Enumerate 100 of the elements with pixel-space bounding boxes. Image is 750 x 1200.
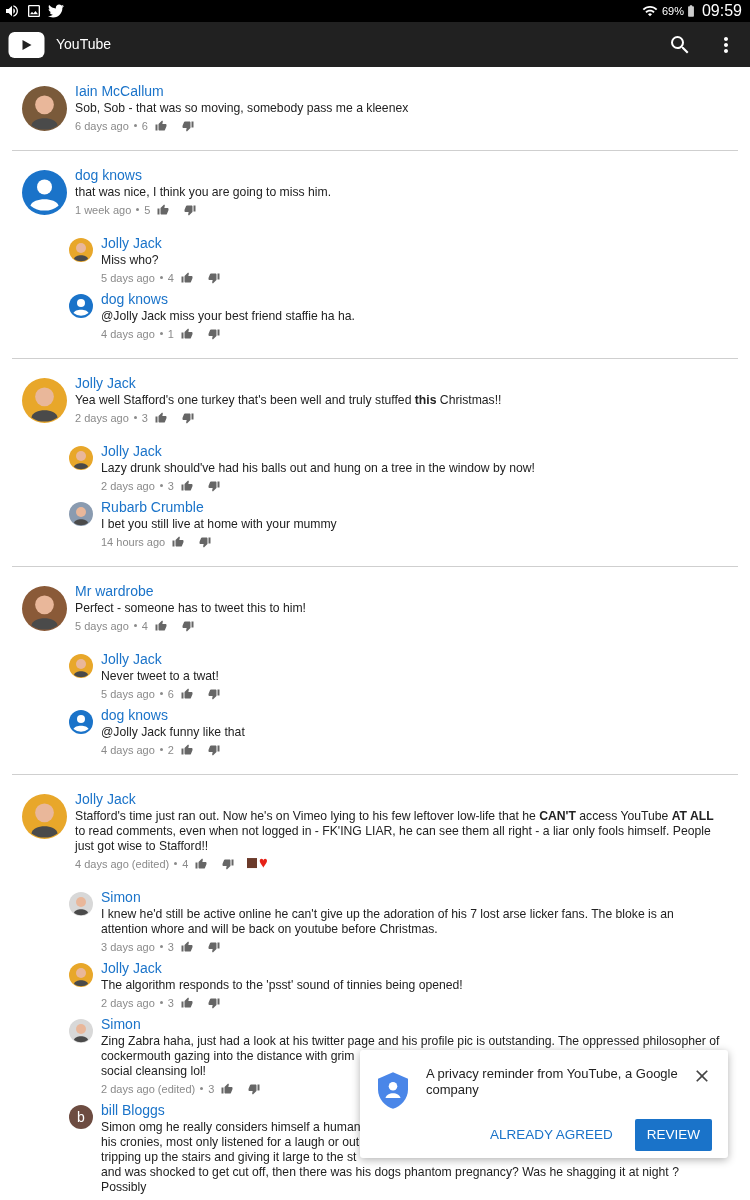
avatar[interactable] [69, 446, 93, 470]
dot-separator-icon [133, 624, 137, 627]
like-count: 5 [144, 202, 151, 218]
dot-separator-icon [200, 1087, 204, 1090]
thumbs-up-icon[interactable] [180, 940, 193, 953]
comment-text-line: Simon omg he really considers himself a human [101, 1120, 361, 1135]
privacy-message: A privacy reminder from YouTube, a Google company [426, 1066, 679, 1098]
shield-user-icon [378, 1072, 408, 1109]
comment-author[interactable]: dog knows [101, 290, 168, 309]
comment-author[interactable]: Jolly Jack [101, 650, 162, 669]
avatar[interactable]: b [69, 1105, 93, 1129]
avatar[interactable] [69, 963, 93, 987]
comment-author[interactable]: Rubarb Crumble [101, 498, 204, 517]
avatar[interactable] [69, 1019, 93, 1043]
thumbs-up-icon[interactable] [154, 411, 167, 424]
comment-author[interactable]: Jolly Jack [101, 442, 162, 461]
like-count: 3 [141, 410, 148, 426]
thumbs-up-icon[interactable] [180, 327, 193, 340]
thumbs-up-icon[interactable] [180, 687, 193, 700]
comment-author[interactable]: bill Bloggs [101, 1101, 165, 1120]
comment-text-line: I bet you still live at home with your mummy [101, 517, 337, 532]
comment-author[interactable]: dog knows [75, 166, 142, 185]
like-count: 4 [167, 270, 174, 286]
thumbs-up-icon[interactable] [180, 996, 193, 1009]
comment-text-line: his cronies, most only listened for a laugh or out [101, 1135, 360, 1150]
comment-author[interactable]: Simon [101, 888, 141, 907]
dot-separator-icon [159, 1001, 163, 1004]
thumbs-up-icon[interactable] [221, 1082, 234, 1095]
avatar[interactable] [69, 238, 93, 262]
thumbs-down-icon[interactable] [248, 1082, 261, 1095]
comment-author[interactable]: Mr wardrobe [75, 582, 154, 601]
comment-author[interactable]: Iain McCallum [75, 82, 164, 101]
dot-separator-icon [136, 208, 140, 211]
avatar[interactable] [22, 170, 67, 215]
thumbs-down-icon[interactable] [181, 119, 194, 132]
comment-author[interactable]: Jolly Jack [101, 959, 162, 978]
comment-time: 4 days ago (edited) [75, 856, 170, 872]
volume-icon [4, 3, 20, 19]
like-count: 2 [167, 742, 174, 758]
thumbs-down-icon[interactable] [184, 203, 197, 216]
dot-separator-icon [159, 692, 163, 695]
comment-author[interactable]: dog knows [101, 706, 168, 725]
avatar[interactable] [22, 86, 67, 131]
comment-author[interactable]: Jolly Jack [75, 790, 136, 809]
comment-text-line: attention whore and will be back on youtube before Christmas. [101, 922, 438, 937]
thumbs-up-icon[interactable] [172, 535, 185, 548]
comment-text-line: Yea well Stafford's one turkey that's been well and truly stuffed this Christmas!! [75, 393, 502, 408]
popup-button[interactable]: ALREADY AGREED [485, 1119, 617, 1151]
thumbs-down-icon[interactable] [181, 619, 194, 632]
comment-text-line: Never tweet to a twat! [101, 669, 219, 684]
avatar[interactable] [69, 654, 93, 678]
comment-text-line: @Jolly Jack miss your best friend staffie ha ha. [101, 309, 355, 324]
comment-text-line: Lazy drunk should've had his balls out and hung on a tree in the window by now! [101, 461, 535, 476]
thumbs-down-icon[interactable] [181, 411, 194, 424]
comment-time: 4 days ago [101, 326, 155, 342]
thumbs-up-icon[interactable] [154, 619, 167, 632]
thumbs-up-icon[interactable] [180, 271, 193, 284]
comment-author[interactable]: Jolly Jack [75, 374, 136, 393]
comment-author[interactable]: Jolly Jack [101, 234, 162, 253]
dot-separator-icon [159, 484, 163, 487]
avatar[interactable] [69, 294, 93, 318]
avatar[interactable] [69, 502, 93, 526]
thumbs-down-icon[interactable] [207, 743, 220, 756]
like-count: 4 [141, 618, 148, 634]
thumbs-up-icon[interactable] [180, 743, 193, 756]
app-title: YouTube [56, 35, 111, 54]
comment-text-line: Miss who? [101, 253, 159, 268]
avatar[interactable] [22, 794, 67, 839]
thumbs-up-icon[interactable] [195, 857, 208, 870]
avatar[interactable] [22, 586, 67, 631]
thumbs-down-icon[interactable] [199, 535, 212, 548]
popup-button[interactable]: REVIEW [634, 1119, 712, 1151]
play-logo-icon[interactable] [8, 31, 45, 58]
thumbs-down-icon[interactable] [207, 687, 220, 700]
thumbs-down-icon[interactable] [207, 996, 220, 1009]
comment-time: 5 days ago [75, 618, 129, 634]
thumbs-up-icon[interactable] [154, 119, 167, 132]
thumbs-up-icon[interactable] [180, 479, 193, 492]
dot-separator-icon [159, 945, 163, 948]
comment-time: 1 week ago [75, 202, 132, 218]
avatar[interactable] [69, 710, 93, 734]
bird-icon [48, 3, 64, 19]
thumbs-down-icon[interactable] [207, 271, 220, 284]
thumbs-down-icon[interactable] [207, 327, 220, 340]
thumbs-down-icon[interactable] [207, 940, 220, 953]
comment-text-line: tripping up the stairs and giving it large to the st [101, 1150, 357, 1165]
comment-author[interactable]: Simon [101, 1015, 141, 1034]
comment-text-line: @Jolly Jack funny like that [101, 725, 245, 740]
thumbs-down-icon[interactable] [222, 857, 235, 870]
thumbs-up-icon[interactable] [157, 203, 170, 216]
clock: 09:59 [701, 1, 742, 21]
comment-time: 2 days ago [101, 478, 155, 494]
dot-separator-icon [159, 276, 163, 279]
avatar[interactable] [22, 378, 67, 423]
avatar[interactable] [69, 892, 93, 916]
image-icon [26, 3, 42, 19]
dot-separator-icon [174, 862, 178, 865]
thumbs-down-icon[interactable] [207, 479, 220, 492]
dot-separator-icon [133, 416, 137, 419]
comment-time: 14 hours ago [101, 534, 166, 550]
